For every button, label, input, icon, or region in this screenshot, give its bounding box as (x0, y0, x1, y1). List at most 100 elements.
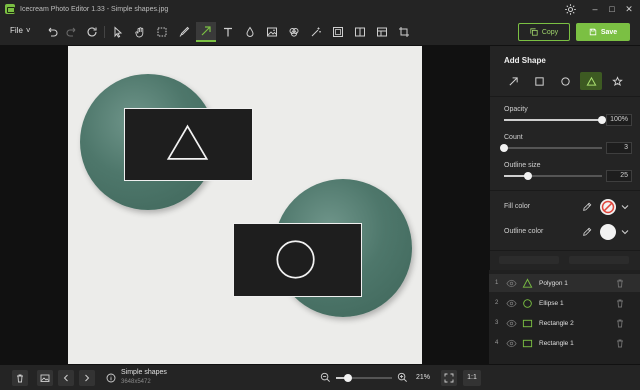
file-menu[interactable]: File ˅ (10, 26, 31, 35)
shape-rectangle-with-ellipse[interactable] (233, 223, 362, 297)
layer-number: 2 (495, 300, 499, 306)
outline-color-row: Outline color (490, 223, 640, 241)
layer-tab-left[interactable] (499, 256, 559, 264)
info-icon[interactable] (106, 373, 116, 383)
fit-to-screen-button[interactable] (441, 370, 457, 386)
ellipse-shape[interactable] (234, 224, 360, 295)
layer-item[interactable]: 2 Ellipse 1 (489, 294, 640, 312)
close-button[interactable]: ✕ (622, 2, 636, 16)
outline-chevron-down-icon[interactable] (620, 227, 630, 237)
undo-button[interactable] (42, 22, 62, 42)
actual-size-button[interactable]: 1:1 (463, 370, 481, 386)
opacity-slider-fill (504, 119, 602, 121)
trash-icon[interactable] (615, 318, 625, 328)
visibility-eye-icon[interactable] (506, 318, 517, 329)
fill-eyedropper-icon[interactable] (580, 200, 594, 214)
fill-color-label: Fill color (504, 203, 531, 210)
shape-triangle-button[interactable] (580, 72, 602, 90)
frame-tool-icon[interactable] (328, 22, 348, 42)
opacity-value[interactable]: 100% (606, 114, 632, 126)
fill-color-row: Fill color (490, 198, 640, 216)
visibility-eye-icon[interactable] (506, 338, 517, 349)
opacity-slider-knob[interactable] (598, 116, 606, 124)
layer-item[interactable]: 4 Rectangle 1 (489, 334, 640, 352)
trash-icon[interactable] (615, 278, 625, 288)
magic-wand-icon[interactable] (306, 22, 326, 42)
no-fill-icon (601, 200, 615, 214)
minimize-button[interactable]: – (588, 2, 602, 16)
trash-icon[interactable] (615, 298, 625, 308)
shape-arrow-button[interactable] (502, 72, 524, 90)
text-tool-icon[interactable] (218, 22, 238, 42)
triangle-icon (522, 277, 533, 289)
outline-size-slider-knob[interactable] (524, 172, 532, 180)
trash-icon[interactable] (615, 338, 625, 348)
layer-item[interactable]: 3 Rectangle 2 (489, 314, 640, 332)
save-button[interactable]: Save (576, 23, 630, 41)
zoom-out-icon[interactable] (320, 372, 331, 383)
layout-tool-icon[interactable] (372, 22, 392, 42)
outline-eyedropper-icon[interactable] (580, 225, 594, 239)
crop-tool-icon[interactable] (394, 22, 414, 42)
opacity-slider[interactable] (504, 116, 606, 124)
delete-image-button[interactable] (12, 370, 28, 386)
file-dimensions: 3648x5472 (121, 379, 151, 385)
zoom-slider-knob[interactable] (344, 374, 352, 382)
outline-color-swatch[interactable] (600, 224, 616, 240)
image-tool-icon[interactable] (262, 22, 282, 42)
outline-color-label: Outline color (504, 228, 544, 235)
layer-name: Rectangle 2 (539, 319, 574, 327)
split-view-icon[interactable] (350, 22, 370, 42)
copy-button[interactable]: Copy (518, 23, 570, 41)
triangle-shape[interactable] (125, 109, 251, 179)
reset-button[interactable] (82, 22, 102, 42)
trash-icon (17, 374, 23, 383)
layer-tab-strip (489, 256, 640, 266)
zoom-in-icon[interactable] (397, 372, 408, 383)
settings-gear-icon[interactable] (564, 3, 577, 16)
layer-name: Rectangle 1 (539, 339, 574, 347)
photo-canvas[interactable] (68, 46, 422, 364)
next-image-button[interactable] (79, 370, 95, 386)
circle-icon (522, 298, 533, 309)
save-icon (589, 28, 597, 36)
shape-ellipse-button[interactable] (554, 72, 576, 90)
layer-item[interactable]: 1 Polygon 1 (489, 274, 640, 292)
rectangle-icon (522, 318, 533, 329)
arrow-tool-icon[interactable] (196, 22, 216, 42)
zoom-slider[interactable] (336, 374, 392, 382)
fill-tool-icon[interactable] (284, 22, 304, 42)
canvas-workspace[interactable] (0, 46, 489, 364)
outline-size-slider[interactable] (504, 172, 602, 180)
shape-star-button[interactable] (606, 72, 628, 90)
count-slider[interactable] (500, 144, 602, 152)
drop-tool-icon[interactable] (240, 22, 260, 42)
fill-color-swatch[interactable] (600, 199, 616, 215)
visibility-eye-icon[interactable] (506, 278, 517, 289)
previous-image-button[interactable] (58, 370, 74, 386)
panel-divider (490, 190, 640, 191)
brush-tool-icon[interactable] (174, 22, 194, 42)
save-button-label: Save (600, 28, 618, 36)
count-slider-knob[interactable] (500, 144, 508, 152)
count-label: Count (504, 134, 523, 141)
visibility-eye-icon[interactable] (506, 298, 517, 309)
layer-tab-right[interactable] (569, 256, 629, 264)
window-title: Icecream Photo Editor 1.33 - Simple shap… (20, 5, 169, 13)
shape-rectangle-with-triangle[interactable] (124, 108, 253, 181)
outline-size-value[interactable]: 25 (606, 170, 632, 182)
select-tool-icon[interactable] (108, 22, 128, 42)
layer-number: 3 (495, 320, 499, 326)
maximize-button[interactable]: □ (605, 2, 619, 16)
shape-rectangle-button[interactable] (528, 72, 550, 90)
copy-icon (530, 28, 538, 36)
triangle-icon (586, 76, 596, 86)
open-image-button[interactable] (37, 370, 53, 386)
hand-tool-icon[interactable] (130, 22, 150, 42)
count-value[interactable]: 3 (606, 142, 632, 154)
fill-chevron-down-icon[interactable] (620, 202, 630, 212)
redo-button[interactable] (62, 22, 82, 42)
star-icon (611, 75, 623, 86)
panel-divider (490, 96, 640, 97)
selection-tool-icon[interactable] (152, 22, 172, 42)
